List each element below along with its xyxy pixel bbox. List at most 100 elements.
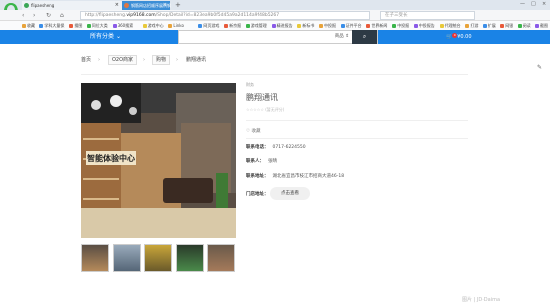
breadcrumb-current: 鹏翔通讯 — [186, 57, 207, 63]
back-button[interactable]: ‹ — [22, 10, 24, 21]
wrench-icon[interactable]: ✎ — [537, 64, 545, 72]
address-row: 联系地址： 湖北省宜昌市枝江市招商大道46-18 — [246, 173, 344, 179]
store-category-tag: 财务 — [246, 82, 254, 87]
cart-total: ¥0.00 — [457, 34, 472, 40]
bookmark-icon — [271, 23, 276, 28]
browser-search-input[interactable]: 在子三受长 — [380, 11, 475, 20]
browser-title-bar: flipaesheng × 钢筋网店招顺序展例钢 × + — □ × — [0, 0, 550, 10]
all-categories-button[interactable]: 所有分类 ⌄ — [90, 30, 121, 44]
breadcrumb-shopping[interactable]: 购物 — [152, 55, 171, 65]
phone-row: 联系电话： 0717-6224550 — [246, 144, 306, 150]
divider — [246, 138, 468, 139]
all-categories-label: 所有分类 — [90, 33, 115, 40]
site-search-input[interactable]: 商品 ⇕ ⌕ — [178, 30, 378, 44]
store-rating: ☆☆☆☆☆ (暂无评分) — [246, 107, 284, 113]
bookmark-icon — [366, 23, 371, 28]
bookmark-label: 中投报告 — [418, 23, 435, 28]
bookmark-label: 截图 — [540, 23, 548, 28]
thumbnail[interactable] — [113, 244, 141, 272]
bookmark-label: 网银 — [505, 23, 514, 28]
search-icon: ⌕ — [362, 33, 367, 40]
bookmark-icon — [500, 23, 505, 28]
contact-value: 张晴 — [268, 159, 277, 164]
address-value: 湖北省宜昌市枝江市招商大道46-18 — [272, 174, 345, 179]
bookmark-label: 网页游戏 — [203, 23, 220, 28]
bookmark-label: 世界新闻 — [371, 23, 388, 28]
bookmark-label: 打游 — [470, 23, 479, 28]
search-type-label: 商品 — [334, 34, 344, 39]
bookmark-icon — [22, 23, 26, 28]
minimize-button[interactable]: — — [520, 0, 525, 9]
bookmark-icon — [535, 23, 539, 28]
site-favicon-icon — [24, 3, 29, 8]
breadcrumb-home[interactable]: 首页 — [81, 55, 91, 65]
rating-text: (暂无评分) — [265, 107, 285, 112]
store-main-photo[interactable]: 智能体验中心 — [81, 83, 236, 238]
search-type-select[interactable]: 商品 ⇕ — [335, 31, 349, 43]
bookmark-icon — [517, 23, 522, 28]
bookmark-label: 游戏中心 — [147, 23, 164, 28]
chevron-right-icon: › — [176, 57, 178, 63]
divider — [81, 74, 468, 75]
tab-label: flipaesheng — [31, 3, 55, 8]
bookmark-icon — [224, 23, 229, 28]
thumbnail[interactable] — [207, 244, 235, 272]
bookmark-label: 证件平台 — [345, 23, 362, 28]
view-map-button[interactable]: 点击查看 — [270, 187, 310, 200]
url-input[interactable]: http://flipaesheng.vip9168.com/Shop/Deta… — [80, 11, 370, 20]
bookmark-icon — [142, 23, 147, 28]
bookmark-label: Linko — [173, 23, 184, 28]
bookmark-icon — [168, 23, 173, 28]
watermark: 图片 | JD·Daima — [462, 297, 501, 303]
chevron-down-icon: ⌄ — [115, 33, 121, 40]
bookmark-label: 扩展 — [487, 23, 496, 28]
bookmark-label: 360搜索 — [117, 23, 134, 28]
browser-tab[interactable]: flipaesheng × — [22, 1, 122, 10]
divider — [246, 120, 468, 121]
reload-button[interactable]: ↻ — [46, 10, 51, 21]
bookmark-icon — [392, 23, 397, 28]
bookmark-label: 同位大类 — [91, 23, 108, 28]
bookmark-label: 中投报 — [397, 23, 410, 28]
bookmark-icon — [112, 23, 117, 28]
url-domain: vip9168.com — [126, 13, 156, 18]
browser-tab-active[interactable]: 钢筋网店招顺序展例钢 × — [122, 1, 171, 10]
url-path: /Shop/Detail?id=823ea9b0f5d45a9a2d114a9f… — [155, 13, 280, 18]
thumbnail[interactable] — [176, 244, 204, 272]
bookmark-icon — [69, 23, 74, 28]
phone-label: 联系电话： — [246, 145, 269, 150]
store-title: 鹏翔通讯 — [246, 93, 278, 102]
bookmark-icon — [86, 23, 91, 28]
forward-button[interactable]: › — [33, 10, 35, 21]
maximize-button[interactable]: □ — [531, 0, 536, 9]
contact-row: 联系人： 张晴 — [246, 158, 277, 164]
close-window-button[interactable]: × — [542, 0, 546, 9]
search-button[interactable]: ⌕ — [352, 30, 377, 44]
chevron-right-icon: › — [143, 57, 145, 63]
bookmark-label: 新标书 — [302, 23, 315, 28]
thumbnail[interactable] — [144, 244, 172, 272]
bookmark-icon — [319, 23, 323, 28]
address-bar: ‹ › ↻ ⌂ http://flipaesheng.vip9168.com/S… — [0, 10, 550, 21]
home-button[interactable]: ⌂ — [60, 10, 64, 21]
map-row: 门店地址： — [246, 191, 269, 197]
bookmark-label: 精进报告 — [276, 23, 293, 28]
thumbnail[interactable] — [81, 244, 109, 272]
store-sign-text: 智能体验中心 — [87, 153, 135, 163]
bookmark-icon — [39, 23, 44, 28]
favorite-button[interactable]: ♡ 收藏 — [246, 128, 260, 134]
breadcrumb-o2o[interactable]: O2O商家 — [108, 55, 138, 65]
url-prefix: http://flipaesheng. — [85, 13, 127, 18]
new-tab-button[interactable]: + — [175, 0, 181, 10]
tab-close-icon[interactable]: × — [163, 1, 167, 10]
bookmark-label: 游戏管理 — [250, 23, 267, 28]
tab-close-icon[interactable]: × — [115, 1, 119, 10]
cart-button[interactable]: 🛒 0 ¥0.00 — [446, 30, 472, 44]
star-rating-icon: ☆☆☆☆☆ — [246, 107, 264, 112]
phone-value: 0717-6224550 — [272, 145, 306, 150]
bookmark-icon — [245, 23, 250, 28]
bookmark-label: 中投报 — [324, 23, 336, 28]
bookmark-label: 搜图 — [74, 23, 83, 28]
bookmark-icon — [297, 23, 302, 28]
bookmark-icon — [439, 23, 444, 28]
